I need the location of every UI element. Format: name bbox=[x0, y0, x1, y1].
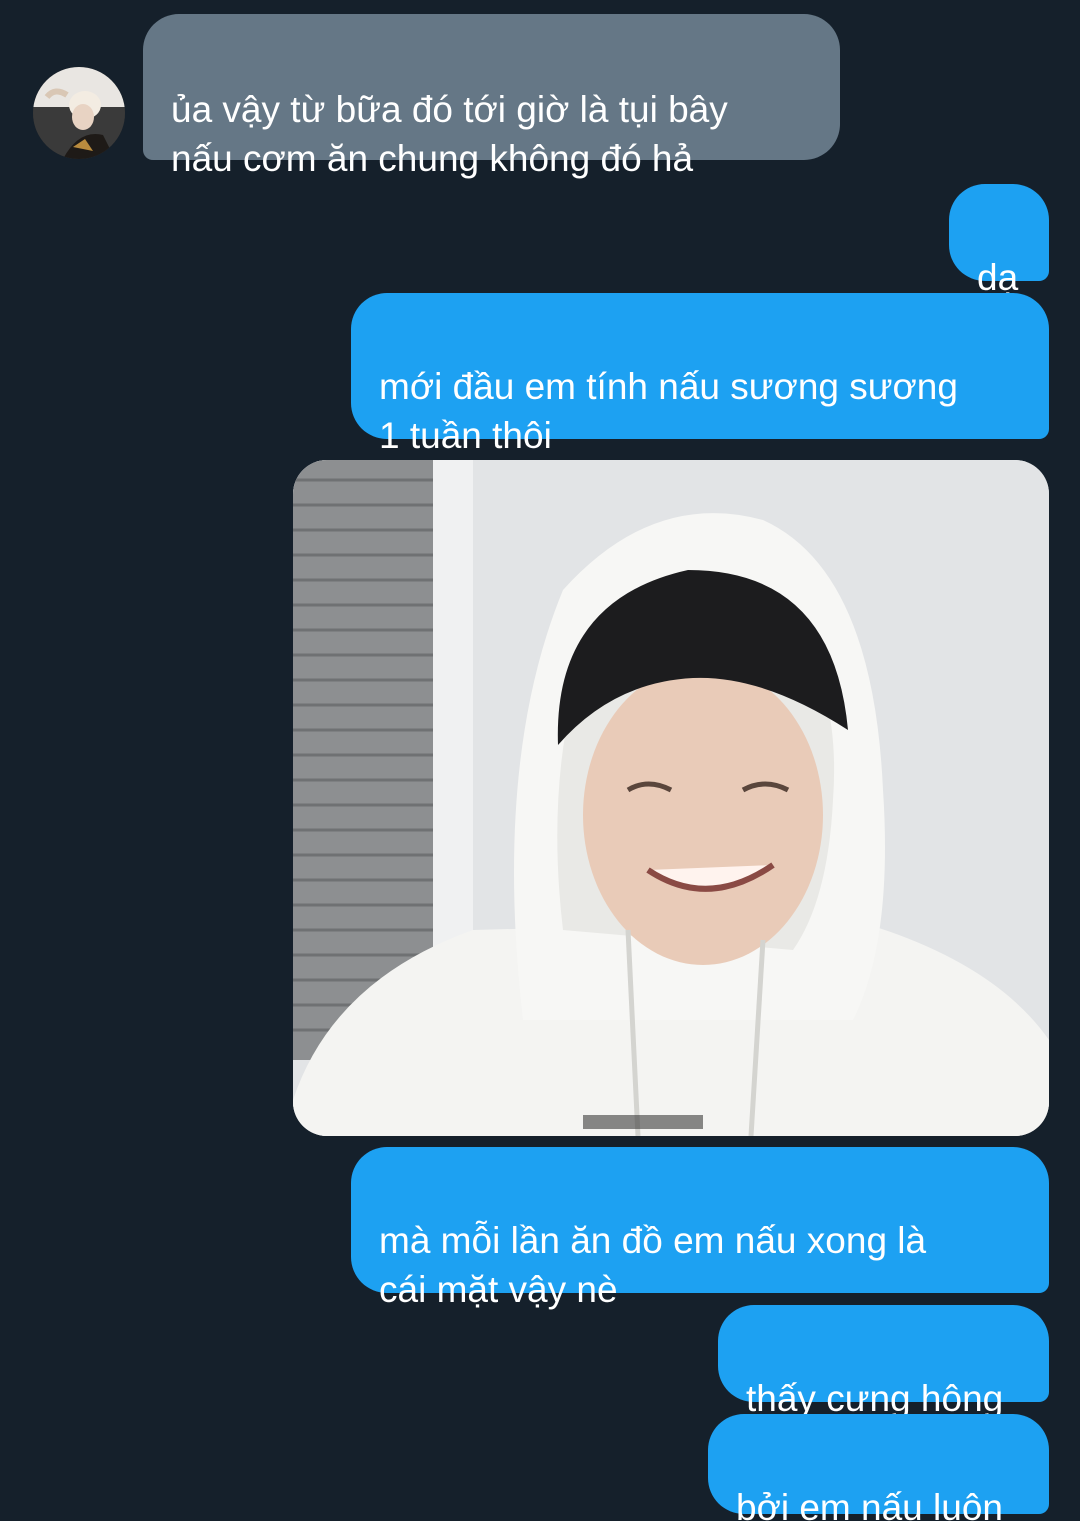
incoming-message-text: ủa vậy từ bữa đó tới giờ là tụi bây nấu … bbox=[171, 89, 728, 179]
outgoing-message-bubble[interactable]: mới đầu em tính nấu sương sương 1 tuần t… bbox=[351, 293, 1049, 456]
outgoing-message-text: mới đầu em tính nấu sương sương 1 tuần t… bbox=[379, 366, 958, 456]
outgoing-message-bubble[interactable]: thấy cưng hông bbox=[718, 1305, 1049, 1419]
sender-avatar[interactable] bbox=[33, 67, 125, 159]
shared-photo[interactable] bbox=[293, 460, 1049, 1136]
outgoing-message-text: dạ bbox=[977, 257, 1019, 298]
outgoing-message-bubble[interactable]: dạ bbox=[949, 184, 1049, 298]
outgoing-message-bubble[interactable]: mà mỗi lần ăn đồ em nấu xong là cái mặt … bbox=[351, 1147, 1049, 1310]
outgoing-message-text: bởi em nấu luôn bbox=[736, 1487, 1003, 1521]
outgoing-message-bubble[interactable]: bởi em nấu luôn bbox=[708, 1414, 1049, 1521]
outgoing-message-text: mà mỗi lần ăn đồ em nấu xong là cái mặt … bbox=[379, 1220, 927, 1310]
chat-thread: ủa vậy từ bữa đó tới giờ là tụi bây nấu … bbox=[0, 0, 1080, 1521]
outgoing-message-text: thấy cưng hông bbox=[746, 1378, 1004, 1419]
incoming-message-bubble[interactable]: ủa vậy từ bữa đó tới giờ là tụi bây nấu … bbox=[143, 14, 840, 179]
